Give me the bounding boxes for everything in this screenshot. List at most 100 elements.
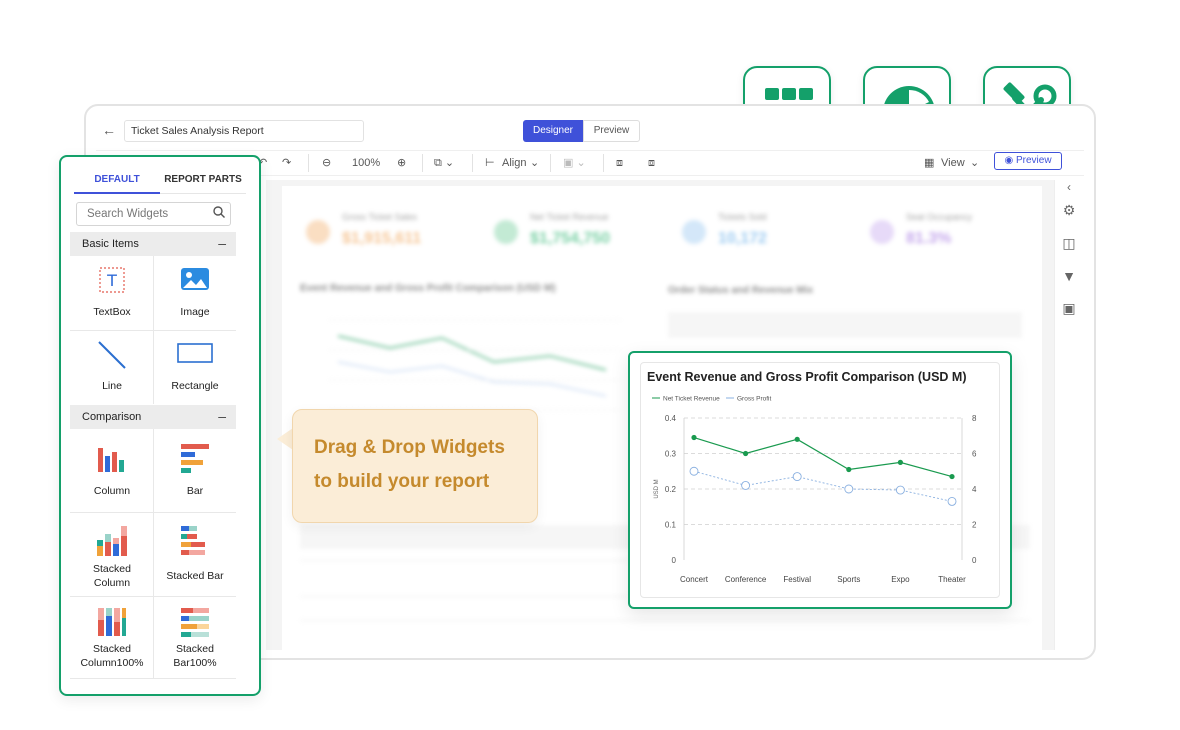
kpi-value: 81.3% xyxy=(906,230,952,247)
widget-rectangle[interactable]: Rectangle xyxy=(154,336,236,402)
widget-stacked-column[interactable]: Stacked Column xyxy=(71,520,153,592)
database-icon[interactable]: ◫ xyxy=(1060,235,1078,253)
preview-button[interactable]: ◉ Preview xyxy=(994,152,1062,170)
y2-tick-label: 6 xyxy=(972,450,977,459)
eye-icon: ◉ xyxy=(1004,155,1016,166)
search-icon[interactable] xyxy=(212,205,226,219)
widget-column[interactable]: Column xyxy=(71,438,153,508)
widget-line[interactable]: Line xyxy=(71,336,153,402)
x-tick-label: Sports xyxy=(837,575,860,584)
kpi-label: Gross Ticket Sales xyxy=(342,212,418,222)
chevron-left-icon[interactable]: ‹ xyxy=(1060,180,1078,198)
search-widgets-input[interactable]: Search Widgets xyxy=(76,202,231,226)
align-dropdown[interactable]: Align xyxy=(502,154,526,172)
x-tick-label: Theater xyxy=(938,575,966,584)
data-point xyxy=(792,472,802,482)
kpi-value: $1,754,750 xyxy=(530,230,611,247)
widget-label: Line xyxy=(102,380,122,392)
widget-label: Stacked Column100% xyxy=(80,643,144,669)
copy-icon[interactable]: ⧉ ⌄ xyxy=(434,154,454,172)
section-comparison[interactable]: Comparison – xyxy=(70,405,236,429)
tab-default[interactable]: DEFAULT xyxy=(74,168,160,194)
textbox-icon: T xyxy=(99,267,125,293)
widget-stacked-bar100[interactable]: Stacked Bar100% xyxy=(154,604,236,676)
data-point xyxy=(691,434,697,441)
chart-title: Event Revenue and Gross Profit Compariso… xyxy=(647,370,967,384)
preview-button-label: Preview xyxy=(1015,155,1052,166)
divider xyxy=(70,512,236,513)
drag-drop-callout xyxy=(292,409,538,523)
view-dropdown[interactable]: View xyxy=(941,154,965,172)
filter-icon[interactable]: ▼ xyxy=(1060,268,1078,286)
widget-label: Image xyxy=(180,306,210,318)
x-tick-label: Conference xyxy=(725,575,767,584)
toolbar-divider xyxy=(472,154,473,172)
align-left-icon: ⊢ xyxy=(485,157,495,169)
widget-label: TextBox xyxy=(93,306,131,318)
kpi-icon xyxy=(306,220,330,244)
zoom-out-icon[interactable]: ⊖ xyxy=(322,154,331,172)
redo-icon[interactable]: ↷ xyxy=(282,154,291,172)
widget-stacked-column100[interactable]: Stacked Column100% xyxy=(71,604,153,676)
kpi-label: Tickets Sold xyxy=(718,212,767,222)
toolbar-divider xyxy=(603,154,604,172)
divider xyxy=(70,596,236,597)
widget-label: Stacked Column xyxy=(93,563,131,589)
chevron-down-icon[interactable]: ⌄ xyxy=(530,154,539,172)
y-tick-label: 0.3 xyxy=(665,450,677,459)
data-point xyxy=(846,466,852,473)
y2-tick-label: 0 xyxy=(972,556,977,565)
collapse-icon[interactable]: – xyxy=(218,408,226,424)
legend-label: Net Ticket Revenue xyxy=(663,396,720,403)
send-back-icon[interactable]: ⧈ xyxy=(648,154,655,172)
stacked-bar100-icon xyxy=(181,608,209,637)
data-point xyxy=(741,480,751,490)
widget-label: Stacked Bar100% xyxy=(173,643,217,669)
callout-line-2: to build your report xyxy=(314,471,490,492)
widget-bar[interactable]: Bar xyxy=(154,438,236,508)
image-icon xyxy=(181,268,209,290)
stacked-column-icon xyxy=(97,526,127,556)
bg-row-line xyxy=(300,596,630,597)
widget-label: Column xyxy=(93,485,131,497)
divider xyxy=(70,678,236,679)
bg-row-line xyxy=(300,560,630,561)
section-basic-items[interactable]: Basic Items – xyxy=(70,232,236,256)
kpi-icon xyxy=(870,220,894,244)
chevron-down-icon[interactable]: ⌄ xyxy=(970,154,979,172)
bg-table-header xyxy=(668,312,1022,338)
zoom-level[interactable]: 100% xyxy=(352,154,380,172)
preview-tab-button[interactable]: Preview xyxy=(583,120,640,142)
designer-tab-button[interactable]: Designer xyxy=(523,120,583,142)
kpi-icon xyxy=(494,220,518,244)
image-settings-icon[interactable]: ▣ xyxy=(1060,300,1078,318)
bg-chart-title: Event Revenue and Gross Profit Compariso… xyxy=(300,283,556,294)
y-tick-label: 0.1 xyxy=(665,521,677,530)
widget-textbox[interactable]: T TextBox xyxy=(71,262,153,328)
y-tick-label: 0.4 xyxy=(665,414,677,423)
stacked-bar-icon xyxy=(181,526,205,555)
kpi-icon xyxy=(682,220,706,244)
toolbar-divider xyxy=(308,154,309,172)
zoom-in-icon[interactable]: ⊕ xyxy=(397,154,406,172)
settings-gear-icon[interactable]: ⚙ xyxy=(1060,202,1078,220)
x-tick-label: Concert xyxy=(680,575,709,584)
y-tick-label: 0 xyxy=(672,556,677,565)
widget-label: Rectangle xyxy=(171,380,219,392)
bg-row-line xyxy=(300,620,1030,621)
bring-front-icon[interactable]: ⧈ xyxy=(616,154,623,172)
kpi-card: Net Ticket Revenue $1,754,750 xyxy=(480,196,650,268)
rectangle-icon xyxy=(177,343,213,363)
widget-stacked-bar[interactable]: Stacked Bar xyxy=(154,520,236,592)
line-chart: Net Ticket Revenue Gross Profit 0 0.1 0.2 0.3… xyxy=(652,396,977,584)
widget-image[interactable]: Image xyxy=(154,262,236,328)
back-arrow-icon[interactable]: ← xyxy=(102,122,118,138)
tab-report-parts[interactable]: REPORT PARTS xyxy=(160,168,246,194)
stacked-column100-icon xyxy=(98,608,126,636)
y2-tick-label: 8 xyxy=(972,414,977,423)
report-name-input[interactable]: Ticket Sales Analysis Report xyxy=(124,120,364,142)
bar-chart-icon xyxy=(181,444,209,473)
group-icon[interactable]: ▣ ⌄ xyxy=(563,154,586,172)
y2-tick-label: 4 xyxy=(972,485,977,494)
collapse-icon[interactable]: – xyxy=(218,235,226,251)
